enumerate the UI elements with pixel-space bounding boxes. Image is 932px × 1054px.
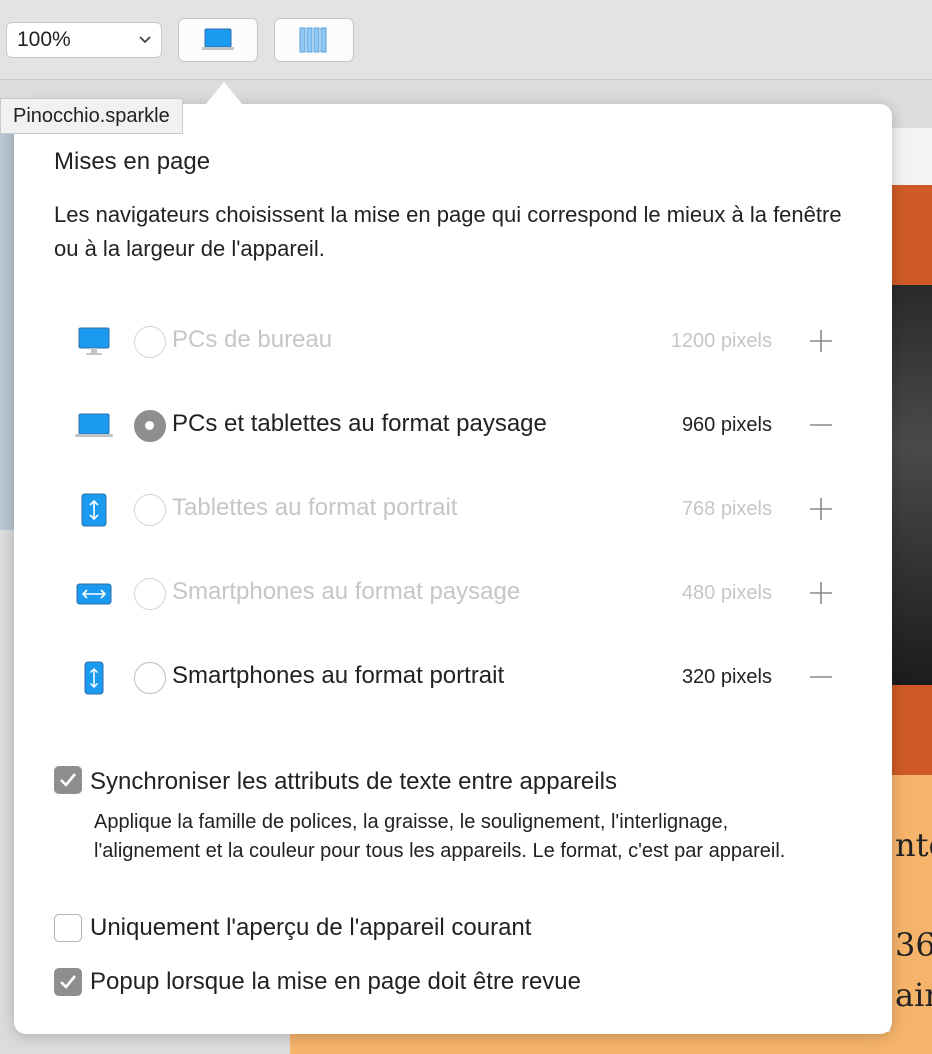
remove-layout-icon[interactable] <box>808 664 834 690</box>
preview-image <box>890 285 932 685</box>
add-layout-icon[interactable] <box>808 496 834 522</box>
preview-text-peek-3: aine <box>895 976 932 1014</box>
columns-icon <box>299 27 327 53</box>
phone-portrait-icon <box>84 661 104 695</box>
chevron-down-icon <box>139 36 151 44</box>
preview-text-peek-1: nte <box>895 826 932 864</box>
sync-text-attributes-label: Synchroniser les attributs de texte entr… <box>90 768 617 795</box>
layout-row-phone-landscape[interactable]: Smartphones au format paysage 480 pixels <box>74 572 834 616</box>
layout-row-tablet-portrait[interactable]: Tablettes au format portrait 768 pixels <box>74 488 834 532</box>
checkmark-icon <box>60 975 77 989</box>
desktop-icon <box>78 327 110 355</box>
add-layout-icon[interactable] <box>808 328 834 354</box>
laptop-icon <box>75 413 113 437</box>
preview-text-peek-2: 36 <box>895 926 932 964</box>
layout-pixels: 1200 pixels <box>670 330 772 352</box>
layout-pixels: 480 pixels <box>681 582 772 604</box>
popover-arrow <box>206 82 242 104</box>
preview-orange-band-lower <box>890 685 932 775</box>
layout-label: Smartphones au format paysage <box>172 578 521 605</box>
remove-layout-icon[interactable] <box>808 412 834 438</box>
popup-review-label: Popup lorsque la mise en page doit être … <box>90 968 581 995</box>
layout-radio-desktop[interactable] <box>134 326 166 358</box>
filename-tooltip: Pinocchio.sparkle <box>0 98 183 134</box>
layout-label: PCs de bureau <box>172 326 333 353</box>
layout-radio-phone-landscape[interactable] <box>134 578 166 610</box>
phone-landscape-icon <box>76 583 112 605</box>
tablet-portrait-icon <box>81 493 107 527</box>
toolbar: 100% <box>0 0 932 80</box>
layout-radio-laptop[interactable] <box>134 410 166 442</box>
layout-row-phone-portrait[interactable]: Smartphones au format portrait 320 pixel… <box>74 656 834 700</box>
preview-orange-band <box>890 185 932 285</box>
layout-label: Tablettes au format portrait <box>172 494 458 521</box>
current-device-preview-label: Uniquement l'aperçu de l'appareil couran… <box>90 914 532 941</box>
layout-row-laptop[interactable]: PCs et tablettes au format paysage 960 p… <box>74 404 834 448</box>
layout-row-desktop[interactable]: PCs de bureau 1200 pixels <box>74 320 834 364</box>
add-layout-icon[interactable] <box>808 580 834 606</box>
layouts-popover: Mises en page Les navigateurs choisissen… <box>14 104 892 1034</box>
current-device-preview-checkbox[interactable] <box>54 914 82 942</box>
popup-review-checkbox[interactable] <box>54 968 82 996</box>
popover-title: Mises en page <box>54 148 211 175</box>
device-layout-button[interactable] <box>178 18 258 62</box>
zoom-value: 100% <box>17 28 71 51</box>
zoom-select[interactable]: 100% <box>6 22 162 58</box>
sync-text-attributes-checkbox[interactable] <box>54 766 82 794</box>
columns-layout-button[interactable] <box>274 18 354 62</box>
sync-text-attributes-description: Applique la famille de polices, la grais… <box>94 811 786 862</box>
checkmark-icon <box>60 773 77 787</box>
layout-radio-phone-portrait[interactable] <box>134 662 166 694</box>
preview-peach-bottom <box>290 1032 890 1054</box>
popover-description: Les navigateurs choisissent la mise en p… <box>54 202 842 261</box>
layout-label: Smartphones au format portrait <box>172 662 505 689</box>
layout-radio-tablet-portrait[interactable] <box>134 494 166 526</box>
layout-pixels: 320 pixels <box>681 666 772 688</box>
canvas-left-strip <box>0 130 14 530</box>
layout-pixels: 768 pixels <box>681 498 772 520</box>
layout-pixels: 960 pixels <box>681 414 772 436</box>
layout-label: PCs et tablettes au format paysage <box>172 410 547 437</box>
laptop-icon <box>202 28 234 50</box>
